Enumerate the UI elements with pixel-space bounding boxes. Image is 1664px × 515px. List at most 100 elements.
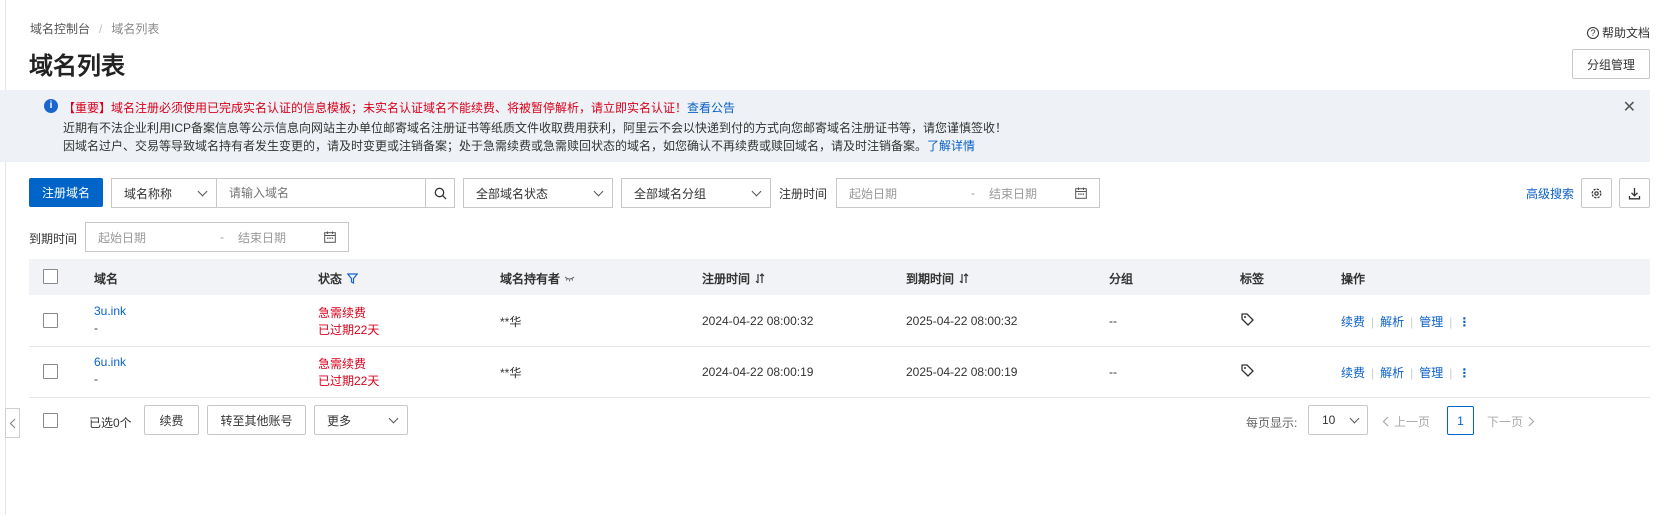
status-urgent-renew: 急需续费 (318, 357, 367, 371)
domain-link[interactable]: 6u.ink (94, 355, 126, 369)
column-group: 分组 (1109, 272, 1134, 286)
more-dropdown-label: 更多 (327, 413, 352, 428)
table-header (29, 259, 1650, 295)
row-checkbox[interactable] (43, 313, 58, 328)
chevron-down-icon (1349, 413, 1360, 423)
row-actions: 续费 | 解析 | 管理 | ⋮ (1341, 364, 1471, 381)
notice-line-1-text: 【重要】域名注册必须使用已完成实名认证的信息模板；未实名认证域名不能续费、将被暂… (63, 101, 688, 115)
select-all-checkbox[interactable] (43, 269, 58, 284)
date-separator: - (220, 230, 224, 244)
column-expire-time-label: 到期时间 (906, 272, 955, 286)
advanced-search-link[interactable]: 高级搜索 (1526, 185, 1574, 202)
notice-line-3-text: 因域名过户、交易等导致域名持有者发生变更的，请及时变更或注销备案；处于急需续费或… (63, 139, 928, 153)
resolve-link[interactable]: 解析 (1380, 313, 1404, 330)
search-type-select[interactable]: 域名称称 (112, 179, 217, 207)
column-reg-time[interactable]: 注册时间 (702, 270, 765, 287)
calendar-icon (324, 231, 336, 243)
column-expire-time[interactable]: 到期时间 (906, 270, 969, 287)
chevron-down-icon (751, 186, 762, 196)
filter-icon[interactable] (347, 273, 359, 284)
page-size-select[interactable]: 10 (1308, 405, 1368, 435)
page-title: 域名列表 (29, 53, 125, 80)
prev-page-button[interactable]: 上一页 (1382, 413, 1430, 430)
column-domain: 域名 (94, 272, 119, 286)
next-page-button[interactable]: 下一页 (1487, 413, 1535, 430)
group-value: -- (1109, 365, 1117, 379)
transfer-account-button[interactable]: 转至其他账号 (207, 405, 306, 435)
notice-line-2: 近期有不法企业利用ICP备案信息等公示信息向网站主办单位邮寄域名注册证书等纸质文… (63, 121, 1008, 135)
sort-icon (755, 273, 765, 284)
more-dropdown[interactable]: 更多 (314, 405, 408, 435)
domain-search-input[interactable] (217, 179, 425, 207)
row-actions: 续费 | 解析 | 管理 | ⋮ (1341, 313, 1471, 330)
column-status: 状态 (318, 270, 359, 287)
group-filter-value: 全部域名分组 (634, 186, 707, 201)
column-holder: 域名持有者 (500, 270, 575, 287)
settings-button[interactable] (1581, 178, 1612, 208)
domain-link[interactable]: 3u.ink (94, 304, 126, 318)
group-manage-button[interactable]: 分组管理 (1572, 49, 1650, 79)
reg-date-range[interactable]: 起始日期 - 结束日期 (836, 178, 1100, 208)
row-checkbox[interactable] (43, 364, 58, 379)
status-urgent-renew: 急需续费 (318, 306, 367, 320)
group-filter-select[interactable]: 全部域名分组 (621, 178, 771, 208)
close-icon[interactable]: ✕ (1623, 97, 1636, 117)
gear-icon (1591, 188, 1602, 198)
tag-icon[interactable] (1241, 313, 1254, 326)
reg-time-label: 注册时间 (779, 187, 828, 201)
breadcrumb-current: 域名列表 (111, 22, 160, 36)
chevron-left-icon (1382, 416, 1389, 427)
batch-renew-button[interactable]: 续费 (144, 405, 199, 435)
breadcrumb-root[interactable]: 域名控制台 (30, 22, 90, 36)
footer-select-all-checkbox[interactable] (43, 413, 58, 428)
register-domain-button[interactable]: 注册域名 (29, 178, 103, 207)
search-button[interactable] (425, 179, 454, 207)
table-row: 3u.ink - 急需续费 已过期22天 **华 2024-04-22 08:0… (29, 295, 1650, 346)
question-icon: ? (1586, 26, 1599, 39)
expire-end-date[interactable]: 结束日期 (238, 229, 324, 246)
column-actions: 操作 (1341, 272, 1366, 286)
renew-link[interactable]: 续费 (1341, 364, 1365, 381)
selected-count: 已选0个 (89, 416, 132, 430)
tag-icon[interactable] (1241, 364, 1254, 377)
manage-link[interactable]: 管理 (1419, 364, 1443, 381)
notice-banner: i 【重要】域名注册必须使用已完成实名认证的信息模板；未实名认证域名不能续费、将… (0, 90, 1650, 162)
page-size-value: 10 (1322, 413, 1336, 427)
page-number-current[interactable]: 1 (1447, 406, 1474, 435)
chevron-down-icon (388, 413, 399, 423)
status-filter-select[interactable]: 全部域名状态 (463, 178, 613, 208)
expire-start-date[interactable]: 起始日期 (98, 229, 220, 246)
chevron-right-icon (1528, 416, 1535, 427)
group-value: -- (1109, 314, 1117, 328)
learn-more-link[interactable]: 了解详情 (927, 139, 975, 153)
reg-start-date[interactable]: 起始日期 (849, 185, 971, 202)
expire-date-range[interactable]: 起始日期 - 结束日期 (85, 222, 349, 252)
expire-time-label: 到期时间 (29, 232, 78, 246)
view-announcement-link[interactable]: 查看公告 (687, 101, 735, 115)
holder-value: **华 (500, 366, 522, 380)
column-holder-label: 域名持有者 (500, 272, 561, 286)
more-actions-icon[interactable]: ⋮ (1458, 366, 1470, 380)
expire-time-value: 2025-04-22 08:00:19 (906, 365, 1018, 379)
calendar-icon (1075, 187, 1087, 199)
reg-end-date[interactable]: 结束日期 (989, 185, 1075, 202)
domain-subtext: - (94, 321, 98, 335)
help-docs-link[interactable]: ? 帮助文档 (1586, 24, 1650, 41)
help-docs-label: 帮助文档 (1601, 26, 1650, 40)
status-expired-days: 已过期22天 (318, 323, 380, 337)
eye-hidden-icon[interactable] (564, 276, 575, 282)
manage-link[interactable]: 管理 (1419, 313, 1443, 330)
resolve-link[interactable]: 解析 (1380, 364, 1404, 381)
notice-line-1: 【重要】域名注册必须使用已完成实名认证的信息模板；未实名认证域名不能续费、将被暂… (63, 99, 735, 116)
row-divider (29, 397, 1650, 398)
collapse-sidebar-handle[interactable] (5, 408, 20, 438)
export-button[interactable] (1619, 178, 1650, 208)
breadcrumb: 域名控制台 / 域名列表 (30, 20, 159, 37)
more-actions-icon[interactable]: ⋮ (1458, 315, 1470, 329)
column-tags: 标签 (1240, 272, 1265, 286)
domain-search-group: 域名称称 (111, 178, 455, 208)
download-icon (1628, 187, 1641, 199)
date-separator: - (971, 186, 975, 200)
info-icon: i (44, 99, 58, 113)
renew-link[interactable]: 续费 (1341, 313, 1365, 330)
